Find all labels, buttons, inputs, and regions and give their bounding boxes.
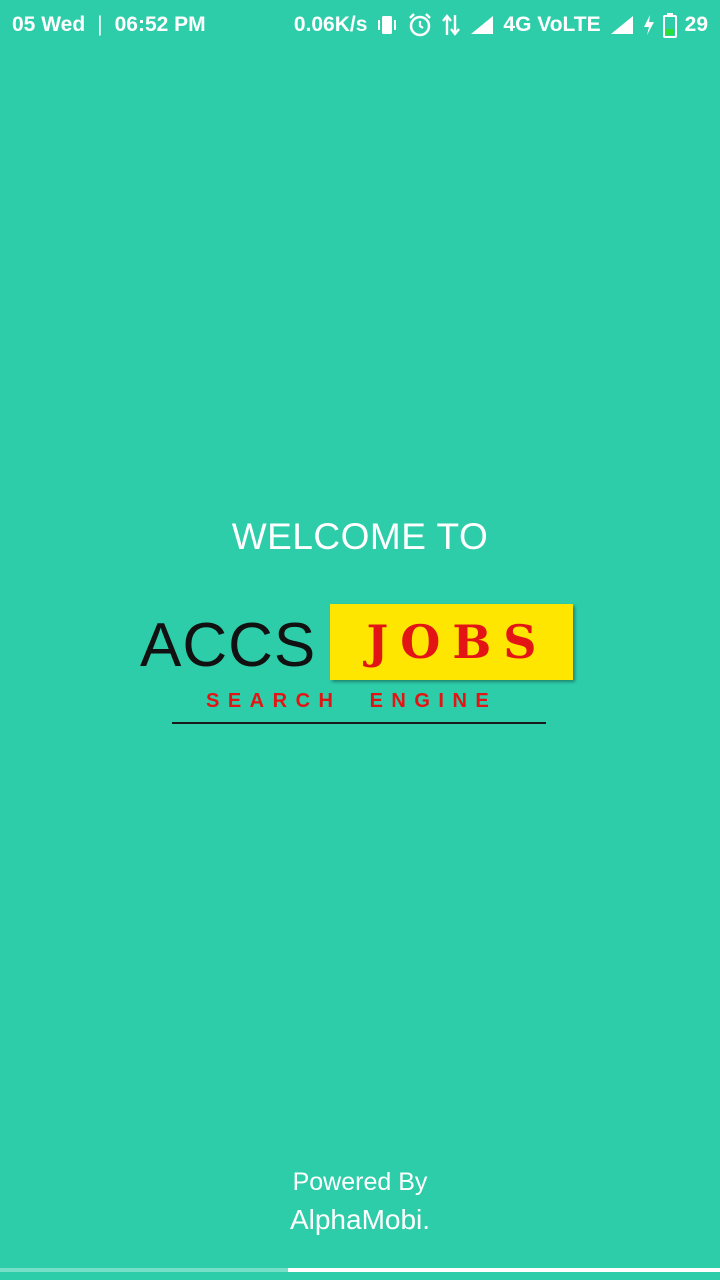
- status-separator: |: [97, 13, 103, 36]
- status-network: 4G VoLTE: [503, 13, 601, 36]
- battery-icon: [662, 12, 677, 38]
- status-bar: 05 Wed | 06:52 PM 0.06K/s 4G VoLTE 29: [0, 0, 720, 50]
- status-date: 05 Wed: [12, 13, 86, 36]
- charging-icon: [643, 14, 655, 36]
- loading-progress-bar: [0, 1268, 720, 1272]
- status-time: 06:52 PM: [114, 13, 206, 36]
- app-logo: ACCS JOBS SEARCH ENGINE: [140, 600, 580, 730]
- status-net-speed: 0.06K/s: [293, 13, 368, 36]
- logo-underline: [172, 722, 546, 724]
- logo-jobs-badge: JOBS: [330, 604, 573, 680]
- signal-icon: [609, 14, 635, 36]
- logo-accs-text: ACCS: [140, 611, 317, 680]
- logo-jobs-text: JOBS: [366, 615, 549, 669]
- data-arrows-icon: [441, 13, 461, 37]
- company-name: AlphaMobi.: [289, 1204, 431, 1235]
- welcome-heading: WELCOME TO: [231, 516, 489, 557]
- logo-tagline: SEARCH ENGINE: [206, 690, 498, 712]
- powered-by-label: Powered By: [292, 1168, 428, 1196]
- signal-icon: [469, 14, 495, 36]
- status-left: 05 Wed | 06:52 PM: [12, 13, 206, 37]
- vibrate-icon: [375, 14, 399, 36]
- alarm-icon: [407, 12, 433, 38]
- loading-progress-fill: [288, 1268, 720, 1272]
- status-battery-level: 29: [684, 13, 708, 36]
- status-right: 0.06K/s 4G VoLTE 29: [294, 12, 708, 38]
